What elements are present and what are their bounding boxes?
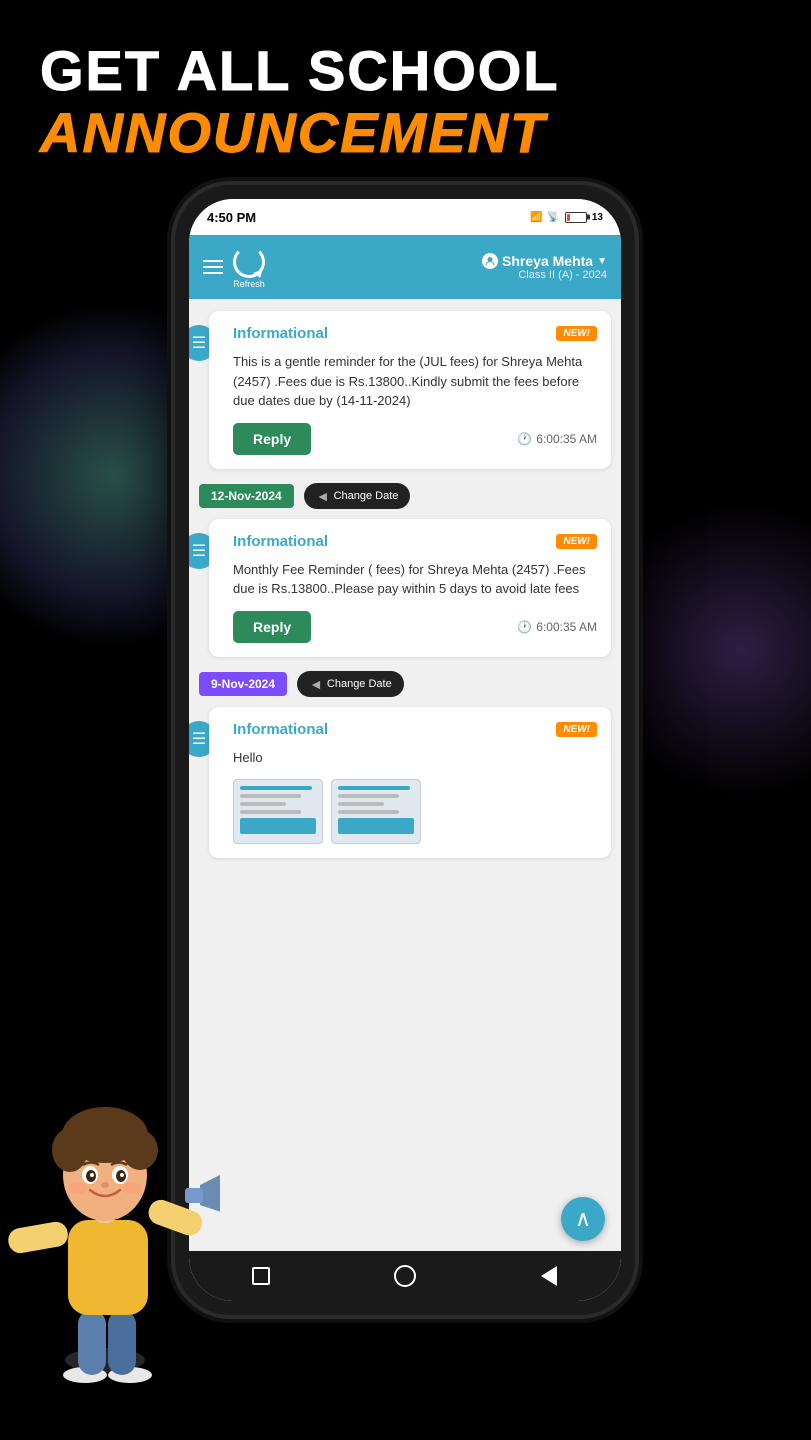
- battery-percent: 13: [592, 212, 603, 223]
- signal-icon: 📶: [530, 212, 542, 223]
- scroll-up-arrow-icon: ∧: [575, 1208, 591, 1230]
- reply-button-1[interactable]: Reply: [233, 423, 311, 455]
- new-badge-2: NEW!: [556, 534, 597, 549]
- nav-circle-icon: [394, 1265, 416, 1287]
- nav-square-button[interactable]: [247, 1262, 275, 1290]
- hamburger-icon[interactable]: [203, 260, 223, 274]
- message-card-wrapper-2: ☰ Informational NEW! Monthly Fee Reminde…: [199, 519, 611, 657]
- clock-icon-2: 🕐: [517, 620, 532, 634]
- message-card-1: Informational NEW! This is a gentle remi…: [209, 311, 611, 469]
- nav-back-icon: [541, 1266, 557, 1286]
- thumbnail-1: [233, 779, 323, 844]
- message-time-2: 🕐 6:00:35 AM: [517, 620, 597, 634]
- user-name: Shreya Mehta ▼: [482, 253, 607, 269]
- change-date-arrow-2: ◄: [309, 676, 323, 692]
- avatar-icon-2: ☰: [192, 541, 206, 561]
- message-type-2: Informational: [233, 533, 328, 550]
- user-icon: [482, 253, 498, 269]
- nav-back-button[interactable]: [535, 1262, 563, 1290]
- header-section: GET ALL SCHOOL ANNOUNCEMENT: [40, 40, 771, 163]
- change-date-pill-2[interactable]: ◄ Change Date: [297, 671, 404, 697]
- message-type-1: Informational: [233, 325, 328, 342]
- date-badge-1: 12-Nov-2024: [199, 484, 294, 508]
- message-header-1: Informational NEW!: [233, 325, 597, 342]
- thumbnail-row: [233, 779, 597, 844]
- message-time-1: 🕐 6:00:35 AM: [517, 432, 597, 446]
- message-header-2: Informational NEW!: [233, 533, 597, 550]
- message-footer-2: Reply 🕐 6:00:35 AM: [233, 611, 597, 643]
- message-text-1: This is a gentle reminder for the (JUL f…: [233, 352, 597, 411]
- message-text-2: Monthly Fee Reminder ( fees) for Shreya …: [233, 560, 597, 599]
- app-header-right: Shreya Mehta ▼ Class II (A) - 2024: [482, 253, 607, 281]
- refresh-icon: [233, 246, 265, 278]
- dropdown-arrow-icon: ▼: [597, 256, 607, 267]
- avatar-icon-1: ☰: [192, 333, 206, 353]
- character-figure: [0, 1020, 220, 1400]
- battery-icon: [565, 212, 587, 223]
- change-date-pill-1[interactable]: ◄ Change Date: [304, 483, 411, 509]
- message-card-inner-2: Informational NEW! Monthly Fee Reminder …: [233, 533, 597, 643]
- message-card-wrapper-3: ☰ Informational NEW! Hello: [199, 707, 611, 859]
- phone-shell: 4:50 PM 📶 📡 13 Refresh: [175, 185, 635, 1315]
- message-header-3: Informational NEW!: [233, 721, 597, 738]
- date-row-2: 9-Nov-2024 ◄ Change Date: [199, 671, 611, 697]
- change-date-arrow-1: ◄: [316, 488, 330, 504]
- status-icons: 📶 📡 13: [530, 212, 603, 223]
- date-badge-2: 9-Nov-2024: [199, 672, 287, 696]
- class-info: Class II (A) - 2024: [482, 269, 607, 281]
- clock-icon-1: 🕐: [517, 432, 532, 446]
- app-header-left: Refresh: [203, 246, 265, 289]
- battery-fill: [567, 214, 571, 221]
- date-row-1: 12-Nov-2024 ◄ Change Date: [199, 483, 611, 509]
- nav-square-icon: [252, 1267, 270, 1285]
- new-badge-3: NEW!: [556, 722, 597, 737]
- header-line2: ANNOUNCEMENT: [40, 102, 771, 164]
- avatar-icon-3: ☰: [192, 729, 206, 749]
- bottom-nav: [189, 1251, 621, 1301]
- reply-button-2[interactable]: Reply: [233, 611, 311, 643]
- scroll-up-button[interactable]: ∧: [561, 1197, 605, 1241]
- message-card-2: Informational NEW! Monthly Fee Reminder …: [209, 519, 611, 657]
- message-card-inner-1: Informational NEW! This is a gentle remi…: [233, 325, 597, 455]
- message-card-3: Informational NEW! Hello: [209, 707, 611, 859]
- message-text-3: Hello: [233, 748, 597, 768]
- refresh-button[interactable]: Refresh: [233, 246, 265, 289]
- message-footer-1: Reply 🕐 6:00:35 AM: [233, 423, 597, 455]
- nav-home-button[interactable]: [391, 1262, 419, 1290]
- message-type-3: Informational: [233, 721, 328, 738]
- message-card-wrapper-1: ☰ Informational NEW! This is a gentle re…: [199, 311, 611, 469]
- new-badge-1: NEW!: [556, 326, 597, 341]
- message-card-inner-3: Informational NEW! Hello: [233, 721, 597, 845]
- thumbnail-2: [331, 779, 421, 844]
- phone-screen: 4:50 PM 📶 📡 13 Refresh: [189, 199, 621, 1301]
- status-bar: 4:50 PM 📶 📡 13: [189, 199, 621, 235]
- app-header: Refresh Shreya Mehta ▼ Class II (A) - 20…: [189, 235, 621, 299]
- wifi-icon: 📡: [547, 212, 559, 223]
- header-line1: GET ALL SCHOOL: [40, 40, 771, 102]
- content-area[interactable]: ☰ Informational NEW! This is a gentle re…: [189, 299, 621, 1301]
- refresh-label: Refresh: [233, 279, 265, 289]
- status-time: 4:50 PM: [207, 210, 256, 225]
